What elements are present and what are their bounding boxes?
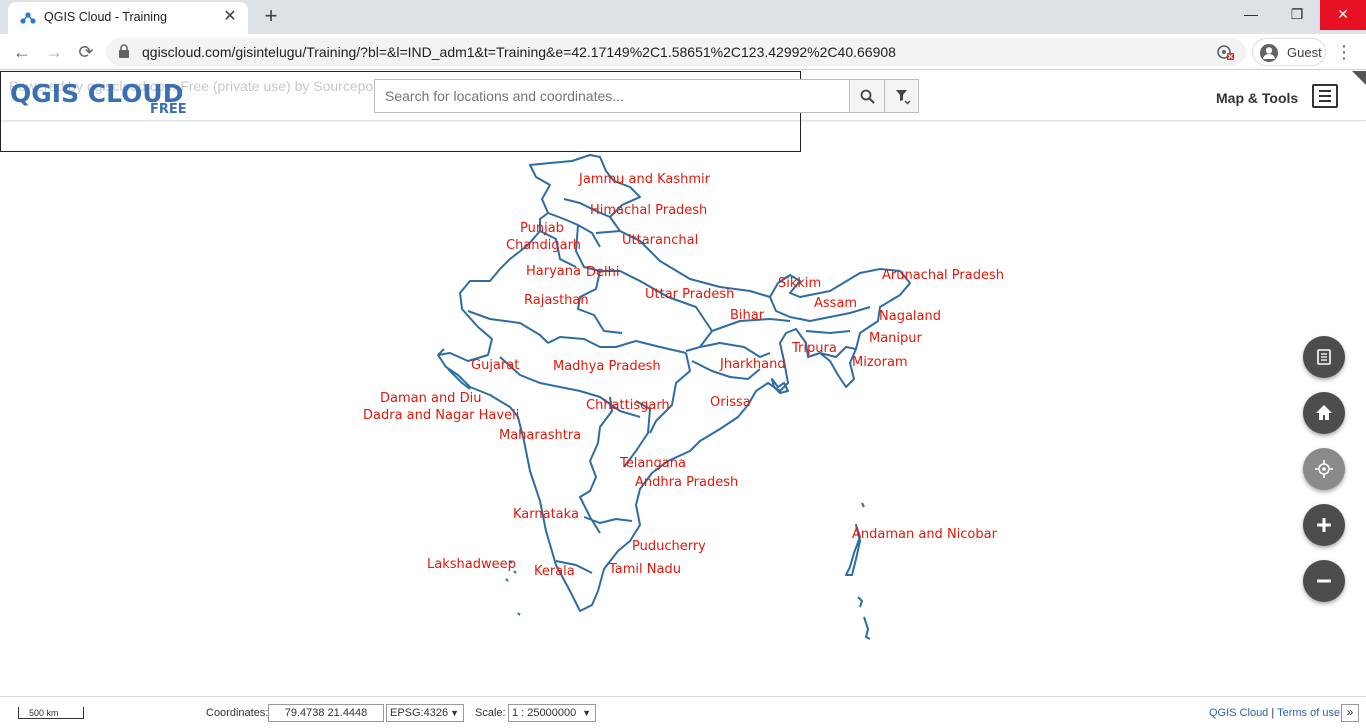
logo-sub-text: FREE (150, 102, 187, 116)
coordinates-display[interactable]: 79.4738 21.4448 (268, 704, 384, 722)
terms-of-use-link[interactable]: Terms of use (1277, 707, 1340, 719)
state-label: Chhattisgarh (586, 398, 670, 413)
qgis-favicon-icon (20, 12, 36, 24)
profile-button[interactable]: Guest (1252, 38, 1326, 66)
state-label: Dadra and Nagar Haveli (363, 408, 520, 423)
state-label: Uttaranchal (622, 233, 699, 248)
state-label: Puducherry (632, 539, 706, 554)
filter-icon (896, 90, 911, 105)
state-label: Rajasthan (524, 293, 589, 308)
state-label: Manipur (869, 331, 922, 346)
corner-marker (1352, 71, 1366, 85)
state-label: Sikkim (778, 276, 822, 291)
link-separator: | (1271, 707, 1275, 719)
state-label: Himachal Pradesh (590, 203, 708, 218)
restore-window-button[interactable]: ❐ (1274, 0, 1320, 30)
lock-icon[interactable] (118, 44, 130, 59)
tab-title: QGIS Cloud - Training (44, 10, 167, 24)
search-box (374, 79, 919, 113)
state-label: Telangana (620, 456, 686, 471)
layers-icon (1317, 349, 1331, 365)
state-label: Orissa (710, 395, 751, 410)
scale-bar-label: 500 km (29, 708, 59, 718)
state-label: Andaman and Nicobar (852, 527, 997, 542)
profile-label: Guest (1287, 45, 1322, 60)
state-label: Gujarat (471, 358, 520, 373)
map-tools-label[interactable]: Map & Tools (1216, 90, 1298, 106)
layer-tree-button[interactable] (1303, 336, 1345, 378)
url-text[interactable]: qgiscloud.com/gisintelugu/Training/?bl=&… (142, 44, 896, 60)
minimize-window-button[interactable]: — (1228, 0, 1274, 30)
state-label: Karnataka (513, 507, 579, 522)
state-label: Daman and Diu (380, 391, 482, 406)
state-label: Jammu and Kashmir (579, 172, 710, 187)
scale-value: 1 : 25000000 (512, 707, 577, 719)
scale-label: Scale: (475, 707, 506, 719)
scale-select[interactable]: 1 : 25000000 ▼ (508, 704, 596, 722)
search-icon (860, 89, 875, 104)
reload-button[interactable]: ⟳ (74, 40, 98, 64)
home-extent-button[interactable] (1303, 392, 1345, 434)
qgis-cloud-link[interactable]: QGIS Cloud (1209, 707, 1268, 719)
andaman-islands (845, 502, 871, 640)
state-label: Andhra Pradesh (635, 475, 739, 490)
browser-tab[interactable]: QGIS Cloud - Training ✕ (8, 2, 248, 34)
state-label: Maharashtra (499, 428, 582, 443)
footer-links: QGIS Cloud | Terms of use (1209, 707, 1340, 719)
crs-value: EPSG:4326 (390, 707, 449, 719)
avatar-icon (1260, 44, 1278, 62)
close-tab-icon[interactable]: ✕ (220, 7, 240, 27)
browser-menu-icon[interactable]: ⋮ (1334, 40, 1354, 64)
zoom-in-button[interactable] (1303, 504, 1345, 546)
crs-select[interactable]: EPSG:4326 ▼ (386, 704, 464, 722)
state-label: Jharkhand (720, 357, 786, 372)
forward-button[interactable]: → (42, 40, 66, 64)
coordinates-label: Coordinates: (206, 707, 269, 719)
close-window-button[interactable]: ✕ (1320, 0, 1366, 30)
new-tab-button[interactable]: + (258, 4, 284, 30)
address-bar[interactable]: qgiscloud.com/gisintelugu/Training/?bl=&… (106, 38, 1246, 66)
state-label: Delhi (586, 265, 620, 280)
blocked-location-icon[interactable] (1216, 44, 1234, 60)
status-bar: 500 km Coordinates: 79.4738 21.4448 EPSG… (0, 696, 1366, 728)
minus-icon (1317, 579, 1331, 583)
back-button[interactable]: ← (10, 40, 34, 64)
crosshair-icon (1315, 460, 1333, 478)
state-label: Punjab (520, 221, 564, 236)
expand-footer-button[interactable]: » (1341, 704, 1359, 722)
browser-toolbar: ← → ⟳ qgiscloud.com/gisintelugu/Training… (0, 34, 1366, 70)
state-label: Nagaland (879, 309, 941, 324)
state-label: Haryana (526, 264, 581, 279)
plus-icon (1317, 518, 1331, 532)
state-label: Chandigarh (506, 238, 581, 253)
search-filter-button[interactable] (884, 80, 918, 112)
browser-tab-bar: QGIS Cloud - Training ✕ + — ❐ ✕ (0, 0, 1366, 34)
search-button[interactable] (849, 80, 884, 112)
locate-me-button[interactable] (1303, 448, 1345, 490)
zoom-out-button[interactable] (1303, 560, 1345, 602)
state-label: Tamil Nadu (609, 562, 681, 577)
state-label: Lakshadweep (427, 557, 516, 572)
state-label: Mizoram (852, 355, 908, 370)
state-label: Kerala (534, 564, 575, 579)
state-label: Arunachal Pradesh (882, 268, 1004, 283)
hamburger-menu-button[interactable] (1312, 84, 1338, 108)
state-label: Tripura (792, 341, 837, 356)
state-label: Madhya Pradesh (553, 359, 661, 374)
scale-bar: 500 km (18, 707, 84, 719)
home-icon (1316, 405, 1332, 420)
state-label: Uttar Pradesh (645, 287, 735, 302)
location-search-input[interactable] (375, 80, 849, 112)
map-canvas[interactable]: Jammu and Kashmir Himachal Pradesh Punjab C… (0, 121, 1366, 695)
state-label: Assam (814, 296, 858, 311)
state-label: Bihar (730, 308, 765, 323)
qgis-cloud-logo[interactable]: QGIS CLOUD FREE (10, 80, 210, 116)
dropdown-arrow-icon: ▼ (450, 708, 459, 718)
dropdown-arrow-icon: ▼ (582, 708, 591, 718)
